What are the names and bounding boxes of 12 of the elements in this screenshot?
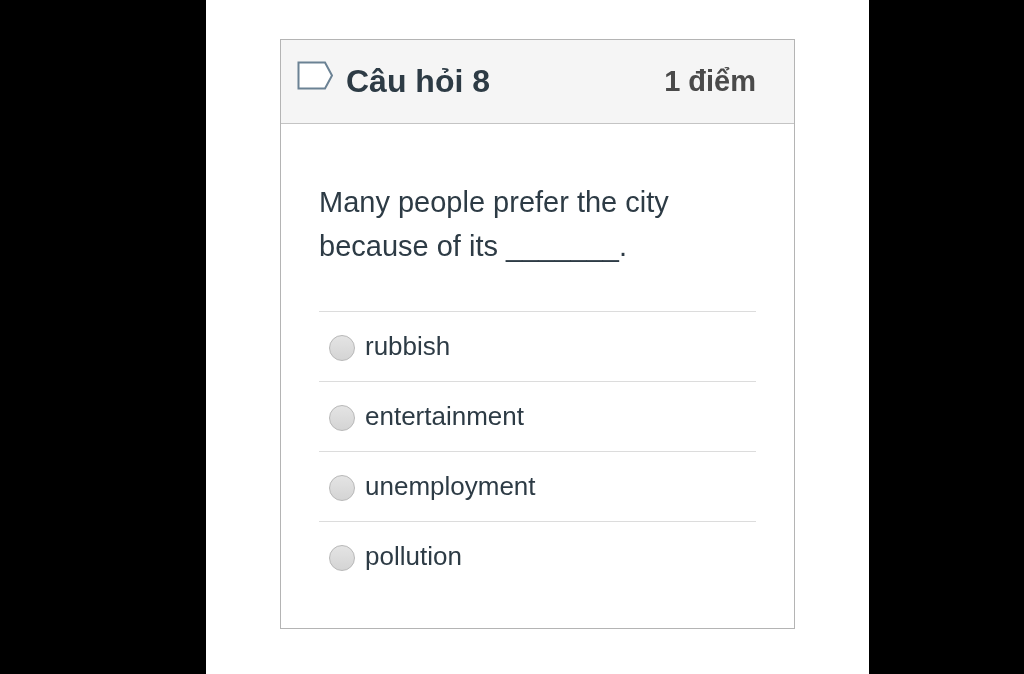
radio-button[interactable] xyxy=(329,334,355,361)
option-label[interactable]: pollution xyxy=(365,541,462,572)
option-label[interactable]: unemployment xyxy=(365,471,536,502)
flag-icon[interactable] xyxy=(297,61,334,90)
option-label[interactable]: entertainment xyxy=(365,401,524,432)
radio-button[interactable] xyxy=(329,404,355,431)
radio-button[interactable] xyxy=(329,474,355,501)
option-label[interactable]: rubbish xyxy=(365,331,451,362)
question-text: Many people prefer the city because of its _______. xyxy=(319,185,670,264)
points-label: 1 điểm xyxy=(664,65,756,98)
question-title: Câu hỏi 8 xyxy=(346,63,490,100)
radio-button[interactable] xyxy=(329,544,355,571)
